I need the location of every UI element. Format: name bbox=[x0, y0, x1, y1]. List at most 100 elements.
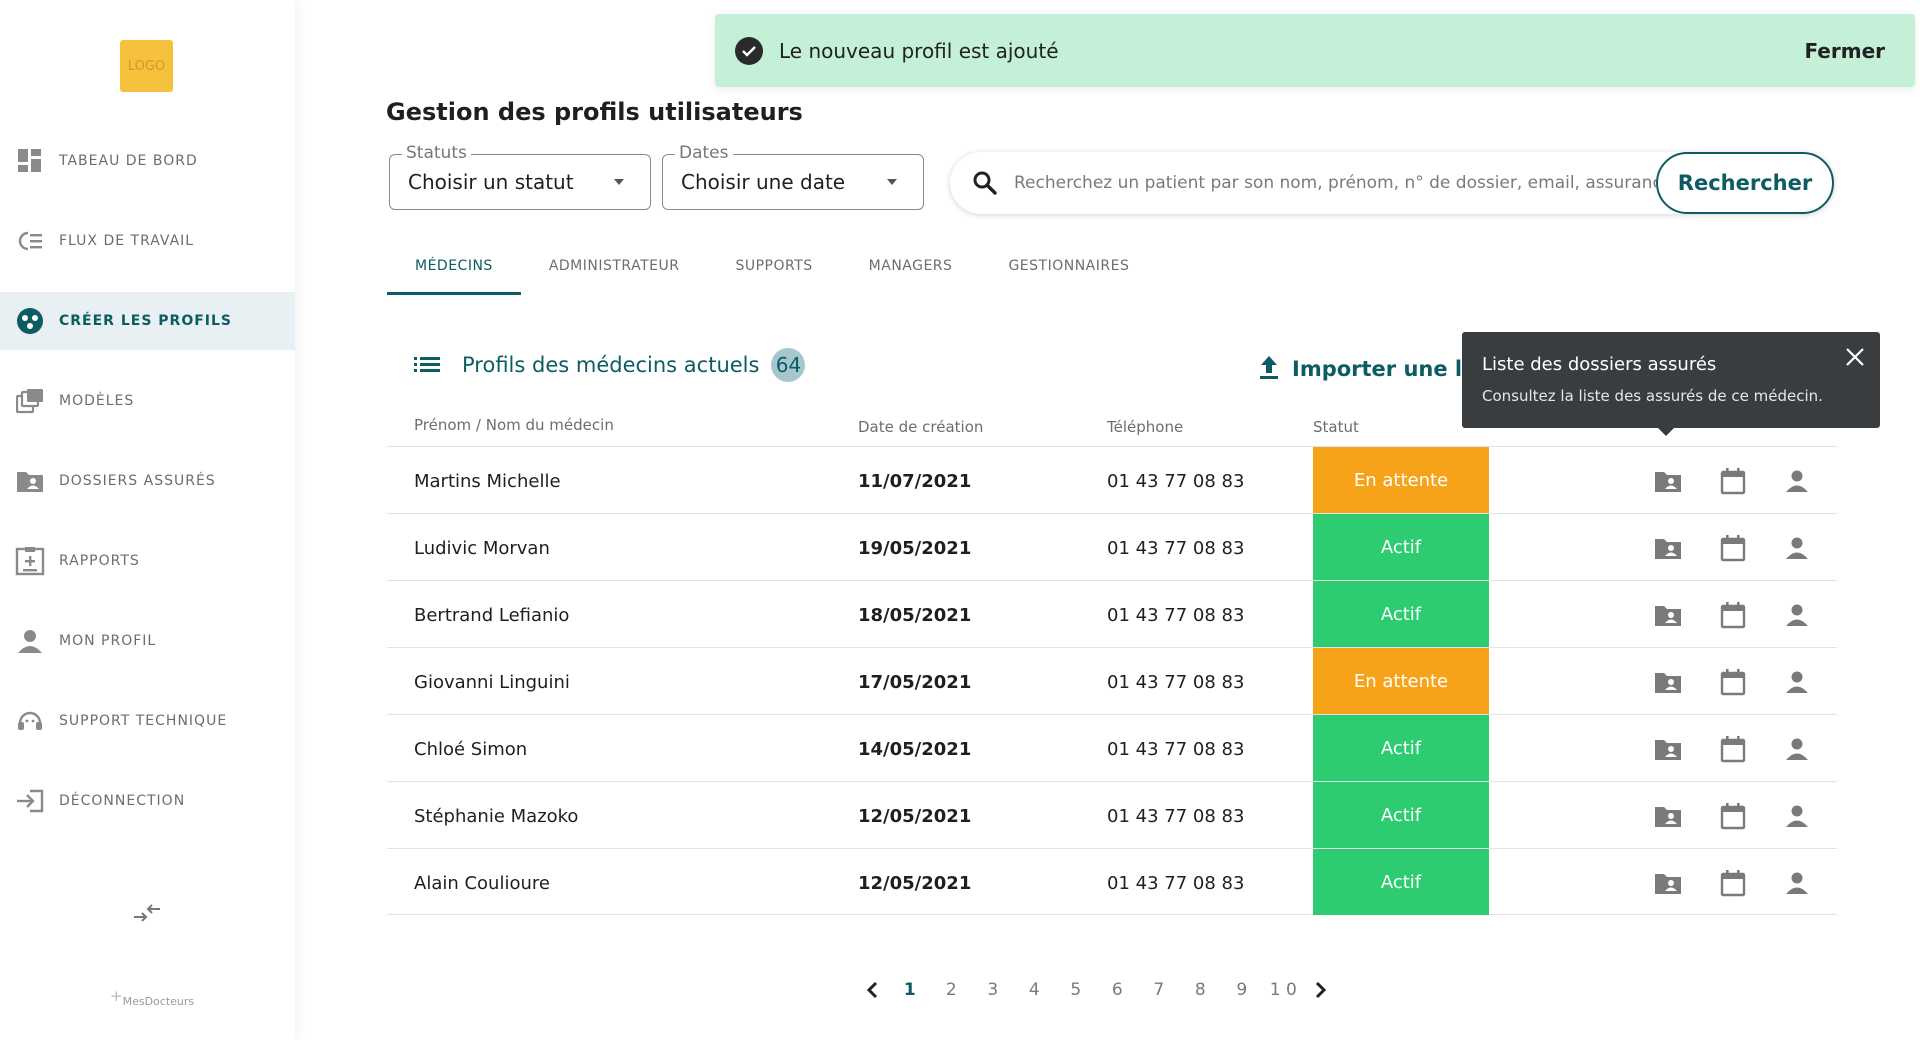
search-icon bbox=[972, 170, 998, 196]
folder-icon[interactable] bbox=[1654, 467, 1682, 495]
date-select[interactable]: Dates Choisir une date bbox=[662, 143, 924, 210]
search-input[interactable] bbox=[1014, 173, 1656, 193]
folder-icon[interactable] bbox=[1654, 735, 1682, 763]
user-icon[interactable] bbox=[1783, 668, 1811, 696]
user-icon[interactable] bbox=[1783, 534, 1811, 562]
phone-number: 01 43 77 08 83 bbox=[1107, 806, 1245, 827]
support-icon bbox=[15, 706, 45, 736]
doctor-name: Giovanni Linguini bbox=[414, 672, 570, 693]
page-number[interactable]: 3 bbox=[972, 980, 1014, 1000]
phone-number: 01 43 77 08 83 bbox=[1107, 538, 1245, 559]
sidebar-item-my-profile[interactable]: MON PROFIL bbox=[0, 612, 295, 670]
user-icon[interactable] bbox=[1783, 735, 1811, 763]
success-toast: Le nouveau profil est ajouté Fermer bbox=[715, 14, 1915, 87]
sidebar: LOGO TABEAU DE BORD FLUX DE TRAVAIL CRÉE… bbox=[0, 0, 295, 1040]
sidebar-item-support[interactable]: SUPPORT TECHNIQUE bbox=[0, 692, 295, 750]
table-row: Alain Coulioure 12/05/2021 01 43 77 08 83 A… bbox=[387, 848, 1837, 915]
doctor-name: Bertrand Lefianio bbox=[414, 605, 570, 626]
sidebar-item-logout[interactable]: DÉCONNECTION bbox=[0, 772, 295, 830]
import-list-button[interactable]: Importer une list bbox=[1258, 354, 1492, 384]
sidebar-item-insured-folders[interactable]: DOSSIERS ASSURÉS bbox=[0, 452, 295, 510]
folder-icon[interactable] bbox=[1654, 601, 1682, 629]
sidebar-item-label: CRÉER LES PROFILS bbox=[59, 313, 232, 329]
folder-icon[interactable] bbox=[1654, 869, 1682, 897]
table-row: Giovanni Linguini 17/05/2021 01 43 77 08 8… bbox=[387, 647, 1837, 714]
sidebar-item-dashboard[interactable]: TABEAU DE BORD bbox=[0, 132, 295, 190]
chevron-right-icon[interactable] bbox=[1310, 978, 1330, 1002]
folder-icon[interactable] bbox=[1654, 534, 1682, 562]
creation-date: 17/05/2021 bbox=[858, 672, 972, 693]
calendar-icon[interactable] bbox=[1719, 802, 1747, 830]
doctor-name: Stéphanie Mazoko bbox=[414, 806, 579, 827]
sidebar-item-create-profiles[interactable]: CRÉER LES PROFILS bbox=[0, 292, 295, 350]
page-number[interactable]: 4 bbox=[1014, 980, 1056, 1000]
upload-icon bbox=[1258, 354, 1280, 384]
user-icon[interactable] bbox=[1783, 869, 1811, 897]
section-header: Profils des médecins actuels 64 bbox=[414, 348, 806, 382]
date-select-value: Choisir une date bbox=[681, 170, 846, 194]
page-number[interactable]: 1 0 bbox=[1263, 980, 1305, 1000]
folder-icon[interactable] bbox=[1654, 802, 1682, 830]
doctor-name: Ludivic Morvan bbox=[414, 538, 550, 559]
phone-number: 01 43 77 08 83 bbox=[1107, 471, 1245, 492]
page-number[interactable]: 8 bbox=[1180, 980, 1222, 1000]
tab-medecins[interactable]: MÉDECINS bbox=[387, 254, 521, 295]
sidebar-item-workflow[interactable]: FLUX DE TRAVAIL bbox=[0, 212, 295, 270]
sidebar-item-label: DOSSIERS ASSURÉS bbox=[59, 473, 216, 489]
phone-number: 01 43 77 08 83 bbox=[1107, 605, 1245, 626]
tab-gestionnaires[interactable]: GESTIONNAIRES bbox=[980, 254, 1157, 292]
status-badge: Actif bbox=[1313, 715, 1489, 781]
calendar-icon[interactable] bbox=[1719, 601, 1747, 629]
sidebar-item-label: MODÈLES bbox=[59, 393, 135, 409]
header-phone: Téléphone bbox=[1107, 418, 1184, 436]
page-number[interactable]: 2 bbox=[931, 980, 973, 1000]
count-badge: 64 bbox=[771, 348, 806, 382]
calendar-icon[interactable] bbox=[1719, 735, 1747, 763]
tab-administrateur[interactable]: ADMINISTRATEUR bbox=[521, 254, 708, 292]
search-button[interactable]: Rechercher bbox=[1656, 152, 1834, 214]
calendar-icon[interactable] bbox=[1719, 869, 1747, 897]
doctor-name: Chloé Simon bbox=[414, 739, 528, 760]
chevron-left-icon[interactable] bbox=[863, 978, 883, 1002]
status-select[interactable]: Statuts Choisir un statut bbox=[389, 143, 651, 210]
user-icon[interactable] bbox=[1783, 601, 1811, 629]
sidebar-item-label: RAPPORTS bbox=[59, 553, 140, 569]
tab-supports[interactable]: SUPPORTS bbox=[707, 254, 840, 292]
page-number[interactable]: 7 bbox=[1138, 980, 1180, 1000]
status-badge: En attente bbox=[1313, 447, 1489, 513]
sidebar-item-reports[interactable]: RAPPORTS bbox=[0, 532, 295, 590]
calendar-icon[interactable] bbox=[1719, 668, 1747, 696]
creation-date: 11/07/2021 bbox=[858, 471, 972, 492]
sidebar-item-label: SUPPORT TECHNIQUE bbox=[59, 713, 228, 729]
tooltip-arrow bbox=[1658, 428, 1674, 436]
sidebar-item-templates[interactable]: MODÈLES bbox=[0, 372, 295, 430]
page-number[interactable]: 6 bbox=[1097, 980, 1139, 1000]
profile-tabs: MÉDECINS ADMINISTRATEUR SUPPORTS MANAGER… bbox=[387, 254, 1157, 295]
date-select-legend: Dates bbox=[675, 143, 733, 163]
close-icon[interactable] bbox=[1844, 346, 1866, 368]
page-number[interactable]: 5 bbox=[1055, 980, 1097, 1000]
table-row: Martins Michelle 11/07/2021 01 43 77 08 83… bbox=[387, 446, 1837, 513]
logo[interactable]: LOGO bbox=[120, 40, 173, 92]
collapse-sidebar-icon[interactable] bbox=[132, 903, 162, 923]
plus-icon: + bbox=[110, 987, 123, 1005]
table-body: Martins Michelle 11/07/2021 01 43 77 08 83… bbox=[387, 446, 1837, 915]
calendar-icon[interactable] bbox=[1719, 467, 1747, 495]
workflow-icon bbox=[15, 226, 45, 256]
creation-date: 19/05/2021 bbox=[858, 538, 972, 559]
page-number[interactable]: 1 bbox=[889, 980, 931, 1000]
table-row: Chloé Simon 14/05/2021 01 43 77 08 83 Actif bbox=[387, 714, 1837, 781]
user-icon[interactable] bbox=[1783, 467, 1811, 495]
creation-date: 12/05/2021 bbox=[858, 806, 972, 827]
user-icon[interactable] bbox=[1783, 802, 1811, 830]
sidebar-item-label: DÉCONNECTION bbox=[59, 793, 186, 809]
status-badge: Actif bbox=[1313, 849, 1489, 915]
calendar-icon[interactable] bbox=[1719, 534, 1747, 562]
dashboard-icon bbox=[15, 146, 45, 176]
header-date: Date de création bbox=[858, 418, 984, 436]
folder-icon[interactable] bbox=[1654, 668, 1682, 696]
page-number[interactable]: 9 bbox=[1221, 980, 1263, 1000]
tab-managers[interactable]: MANAGERS bbox=[841, 254, 981, 292]
toast-close-button[interactable]: Fermer bbox=[1804, 39, 1885, 63]
table-row: Stéphanie Mazoko 12/05/2021 01 43 77 08 83… bbox=[387, 781, 1837, 848]
